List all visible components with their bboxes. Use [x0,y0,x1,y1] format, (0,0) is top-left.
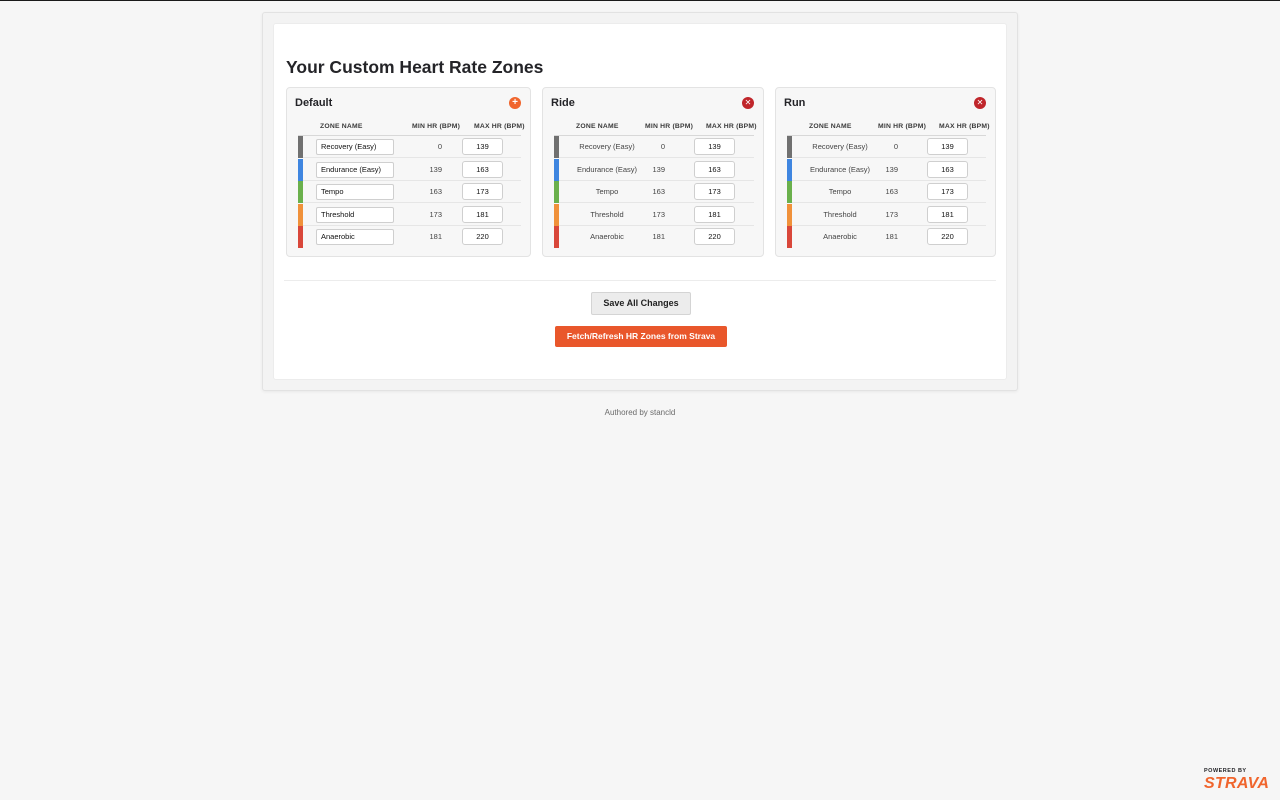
card-title: Run [784,97,806,109]
zone-min-hr: 173 [429,209,442,219]
zone-min-hr: 139 [429,164,442,174]
zone-color-bar [554,158,559,181]
powered-by-label: POWERED BY [1204,768,1247,774]
card-title: Default [295,97,333,109]
zone-min-hr: 181 [429,232,442,241]
column-header-zone-name: ZONE NAME [320,123,363,130]
zone-row: Recovery (Easy) 0 139 [298,136,521,158]
zone-color-bar [298,203,303,226]
zone-name-input[interactable]: Anaerobic [316,229,394,245]
zone-row: Tempo 163 173 [787,181,986,203]
column-header-min-hr: MIN HR (BPM) [645,123,694,130]
zones-container: Your Custom Heart Rate Zones Default + ZON… [273,23,1007,380]
zone-color-bar [787,226,792,248]
divider [284,280,996,281]
zone-color-bar [298,136,303,158]
zones-table-header: ZONE NAME MIN HR (BPM) MAX HR (BPM) [787,122,990,136]
column-header-zone-name: ZONE NAME [576,123,619,130]
zone-max-hr-input[interactable]: 139 [694,138,735,155]
zone-row: Tempo 163 173 [554,181,754,203]
save-all-changes-button[interactable]: Save All Changes [591,292,691,315]
zone-row: Threshold 173 181 [787,203,986,226]
zone-max-hr-input[interactable]: 181 [462,205,503,223]
column-header-max-hr: MAX HR (BPM) [939,123,990,130]
zone-name-input[interactable]: Threshold [316,206,394,223]
zone-card-run: Run ✕ ZONE NAME MIN HR (BPM) MAX HR (BPM) Rec… [775,87,996,257]
zone-min-hr: 0 [660,142,665,151]
zone-card-ride: Ride ✕ ZONE NAME MIN HR (BPM) MAX HR (BPM) Re… [542,87,764,257]
zone-name-input[interactable]: Endurance (Easy) [316,161,394,178]
zone-row: Anaerobic 181 220 [554,226,754,248]
main-panel: Your Custom Heart Rate Zones Default + ZON… [262,12,1018,391]
delete-icon[interactable]: ✕ [974,97,986,109]
powered-by-strava-logo: POWERED BY STRAVA [1204,768,1272,794]
zone-row: Threshold 173 181 [554,203,754,226]
zone-min-hr: 139 [885,164,898,174]
zone-row: Endurance (Easy) 139 163 [298,158,521,181]
zone-min-hr: 0 [893,142,898,151]
zone-row: Recovery (Easy) 0 139 [787,136,986,158]
zone-color-bar [298,226,303,248]
zone-min-hr: 181 [652,232,665,241]
fetch-strava-zones-button[interactable]: Fetch/Refresh HR Zones from Strava [555,326,727,347]
zone-max-hr-input[interactable]: 163 [694,160,735,178]
zone-row: Endurance (Easy) 139 163 [554,158,754,181]
zone-max-hr-input[interactable]: 163 [927,160,968,178]
page-title: Your Custom Heart Rate Zones [286,57,544,77]
zone-name-input[interactable]: Tempo [316,184,394,200]
zone-row: Threshold 173 181 [298,203,521,226]
zone-color-bar [787,203,792,226]
zone-min-hr: 173 [885,209,898,219]
add-icon[interactable]: + [509,97,521,109]
zone-color-bar [787,158,792,181]
zone-max-hr-input[interactable]: 181 [694,205,735,223]
column-header-zone-name: ZONE NAME [809,123,852,130]
zone-color-bar [787,136,792,158]
zone-max-hr-input[interactable]: 181 [927,205,968,223]
zone-min-hr: 163 [885,187,898,196]
zone-row: Endurance (Easy) 139 163 [787,158,986,181]
column-header-min-hr: MIN HR (BPM) [878,123,927,130]
zone-min-hr: 163 [429,187,442,196]
strava-wordmark: STRAVA [1204,775,1270,792]
zone-color-bar [787,181,792,203]
zone-max-hr-input[interactable]: 139 [462,138,503,155]
zone-min-hr: 139 [652,164,665,174]
delete-icon[interactable]: ✕ [742,97,754,109]
zone-row: Tempo 163 173 [298,181,521,203]
column-header-min-hr: MIN HR (BPM) [412,123,461,130]
zone-color-bar [554,181,559,203]
zone-card-default: Default + ZONE NAME MIN HR (BPM) MAX HR (BPM… [286,87,531,257]
zone-max-hr-input[interactable]: 139 [927,138,968,155]
zone-name-input[interactable]: Recovery (Easy) [316,139,394,155]
column-header-max-hr: MAX HR (BPM) [706,123,757,130]
zone-row: Anaerobic 181 220 [787,226,986,248]
zone-max-hr-input[interactable]: 220 [927,228,968,245]
zone-color-bar [298,181,303,203]
zone-max-hr-input[interactable]: 173 [462,183,503,200]
zone-min-hr: 173 [652,209,665,219]
zone-max-hr-input[interactable]: 163 [462,160,503,178]
zone-color-bar [554,203,559,226]
zones-table-header: ZONE NAME MIN HR (BPM) MAX HR (BPM) [554,122,757,136]
zone-min-hr: 0 [437,142,442,151]
card-title: Ride [551,97,575,109]
zone-row: Recovery (Easy) 0 139 [554,136,754,158]
zone-row: Anaerobic 181 220 [298,226,521,248]
zone-min-hr: 181 [885,232,898,241]
zone-max-hr-input[interactable]: 173 [694,183,735,200]
zone-max-hr-input[interactable]: 220 [694,228,735,245]
zone-min-hr: 163 [652,187,665,196]
zone-color-bar [298,158,303,181]
zone-color-bar [554,226,559,248]
column-header-max-hr: MAX HR (BPM) [474,123,525,130]
zone-max-hr-input[interactable]: 220 [462,228,503,245]
zone-max-hr-input[interactable]: 173 [927,183,968,200]
zone-color-bar [554,136,559,158]
footer-credit: Authored by stancld [604,408,676,417]
zones-table-header: ZONE NAME MIN HR (BPM) MAX HR (BPM) [298,122,525,136]
